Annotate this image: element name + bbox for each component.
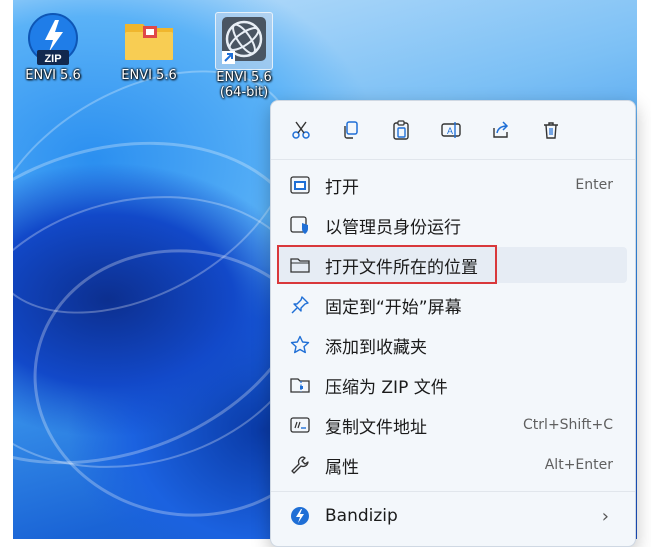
menu-item-add-to-favorites[interactable]: 添加到收藏夹 (277, 327, 627, 363)
menu-item-label: 添加到收藏夹 (325, 337, 427, 358)
zip-folder-icon (289, 374, 311, 396)
menu-item-label: 属性 (325, 457, 359, 478)
desktop-icon-envi-64bit[interactable]: ENVI 5.6 (64-bit) (209, 8, 279, 100)
menu-divider (271, 491, 635, 492)
menu-item-label: Bandizip (325, 506, 398, 526)
pin-icon (289, 294, 311, 316)
menu-item-label: 复制文件地址 (325, 417, 427, 438)
share-icon (493, 121, 509, 138)
menu-item-properties[interactable]: 属性 Alt+Enter (277, 447, 627, 483)
desktop-icon-label: ENVI 5.6 (25, 68, 81, 83)
menu-item-run-as-admin[interactable]: 以管理员身份运行 (277, 207, 627, 243)
desktop-icon-envi-folder[interactable]: ENVI 5.6 (114, 8, 184, 83)
rename-button[interactable]: A (436, 115, 466, 145)
envi-globe-shortcut-icon (215, 12, 273, 70)
menu-item-copy-path[interactable]: 复制文件地址 Ctrl+Shift+C (277, 407, 627, 443)
annotation-highlight-box (277, 245, 497, 284)
menu-item-label: 固定到“开始”屏幕 (325, 297, 462, 318)
copy-path-icon (289, 414, 311, 436)
menu-item-shortcut: Enter (575, 177, 613, 193)
cut-button[interactable] (286, 115, 316, 145)
chevron-right-icon: › (601, 505, 609, 527)
menu-item-bandizip[interactable]: Bandizip › (277, 498, 627, 534)
menu-item-label: 压缩为 ZIP 文件 (325, 377, 448, 398)
bandizip-icon (289, 505, 311, 527)
star-icon (289, 334, 311, 356)
wrench-icon (289, 454, 311, 476)
delete-button[interactable] (536, 115, 566, 145)
copy-icon (344, 121, 358, 139)
delete-icon (544, 122, 558, 139)
folder-icon (121, 12, 177, 68)
menu-item-label: 以管理员身份运行 (325, 217, 461, 238)
menu-item-compress-zip[interactable]: 压缩为 ZIP 文件 (277, 367, 627, 403)
menu-item-label: 打开 (325, 177, 359, 198)
menu-item-open[interactable]: 打开 Enter (277, 167, 627, 203)
context-menu: A 打开 Enter 以管理员身份运行 打开文件所在的位置 固定到“开始”屏幕 (270, 100, 636, 547)
admin-shield-icon (289, 214, 311, 236)
copy-button[interactable] (336, 115, 366, 145)
zip-glyph: ZIP (44, 53, 61, 65)
menu-item-shortcut: Ctrl+Shift+C (523, 417, 613, 433)
menu-item-pin-to-start[interactable]: 固定到“开始”屏幕 (277, 287, 627, 323)
rename-icon: A (441, 122, 461, 138)
desktop-icon-label: ENVI 5.6 (64-bit) (216, 70, 272, 100)
menu-divider (271, 159, 635, 160)
paste-icon (393, 120, 409, 140)
desktop-icon-envi-zip[interactable]: ZIP ENVI 5.6 (18, 8, 88, 83)
desktop-icon-label: ENVI 5.6 (121, 68, 177, 83)
cut-icon (292, 121, 310, 139)
open-window-icon (289, 174, 311, 196)
zip-archive-icon: ZIP (25, 12, 81, 68)
context-menu-toolbar: A (271, 113, 635, 149)
menu-item-shortcut: Alt+Enter (544, 457, 613, 473)
svg-text:A: A (447, 126, 453, 136)
share-button[interactable] (486, 115, 516, 145)
paste-button[interactable] (386, 115, 416, 145)
